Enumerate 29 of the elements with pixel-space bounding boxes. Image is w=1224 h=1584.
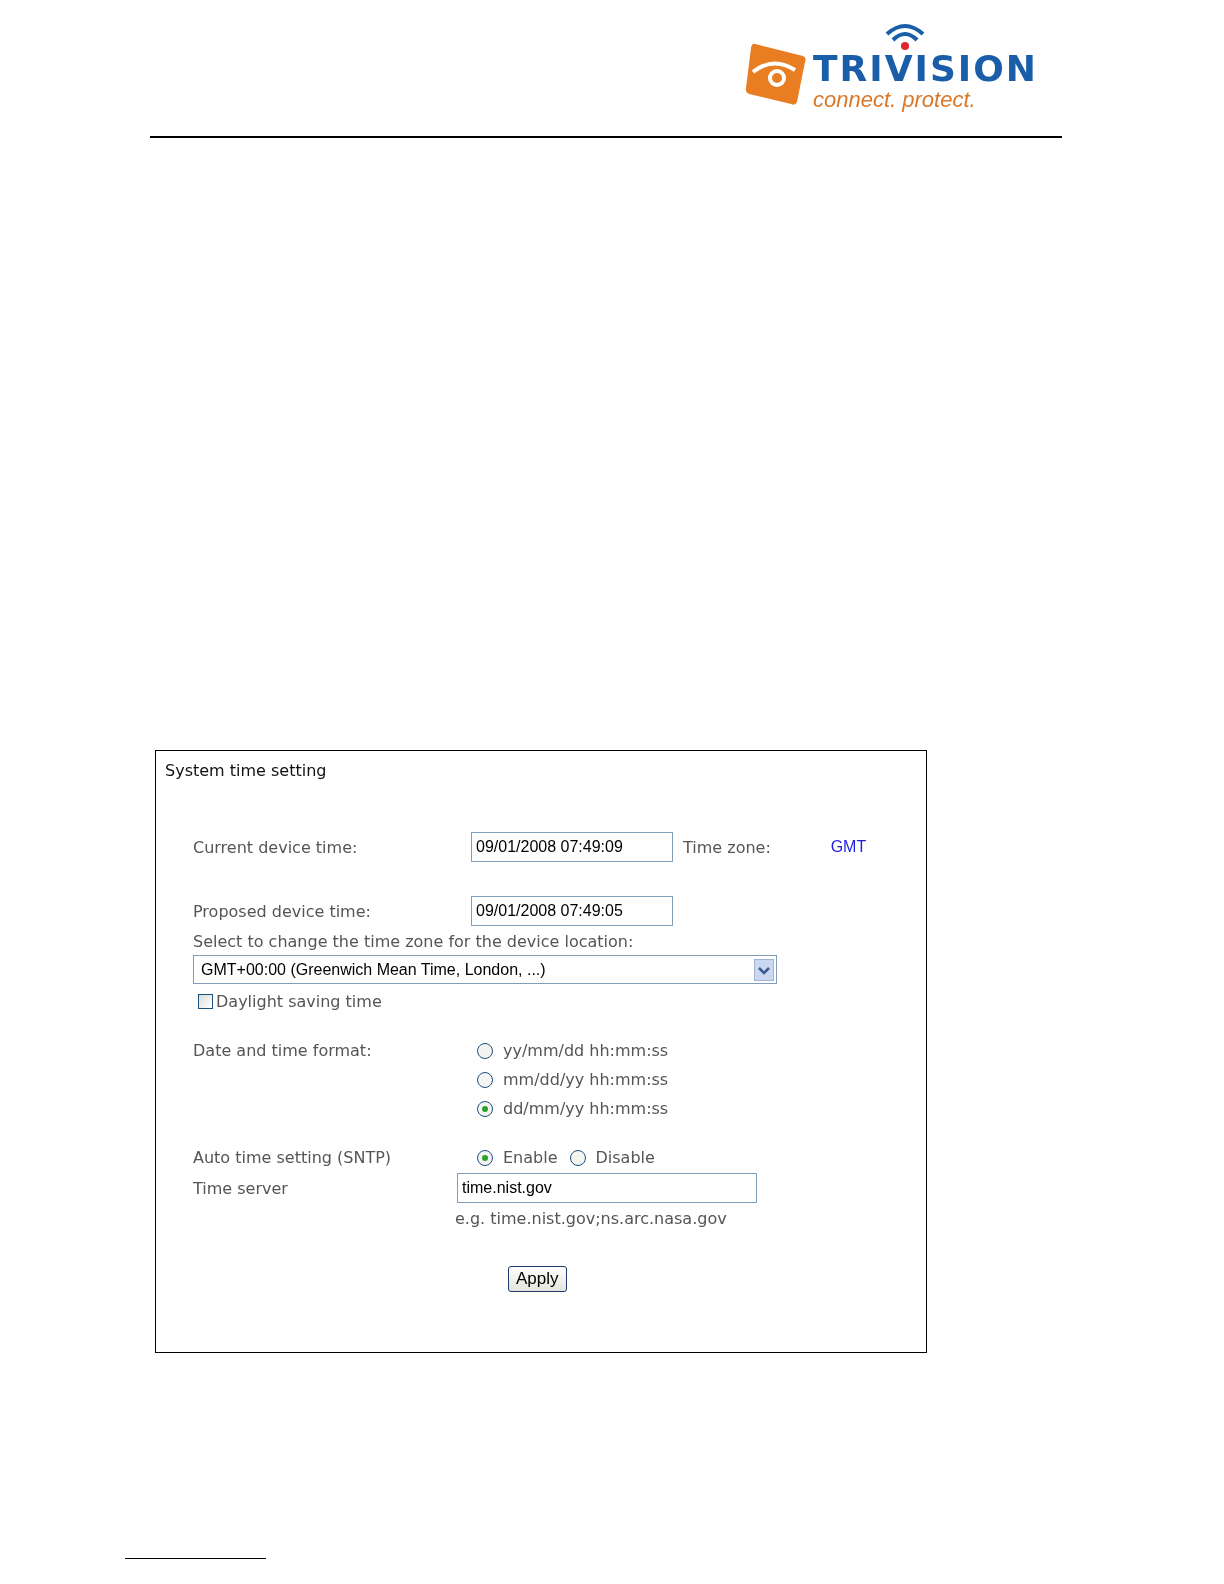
radio-button[interactable] (477, 1149, 493, 1166)
hint-text: e.g. time.nist.gov;ns.arc.nasa.gov (455, 1209, 728, 1228)
logo-tagline: connect. protect. (813, 88, 977, 112)
input-field[interactable]: 09/01/2008 07:49:09 (471, 832, 673, 862)
time-zone-dropdown[interactable]: GMT+00:00 (Greenwich Mean Time, London, ...) (193, 955, 777, 984)
radio-label: Disable (595, 1148, 655, 1167)
time-zone-value: GMT (830, 838, 868, 856)
radio-button[interactable] (477, 1100, 493, 1117)
checkbox[interactable] (198, 994, 213, 1009)
field-label: Time zone: (683, 837, 772, 857)
field-label: Date and time format: (193, 1041, 373, 1060)
field-label: Proposed device time: (193, 901, 372, 921)
checkbox-label: Daylight saving time (216, 992, 382, 1011)
radio-label: yy/mm/dd hh:mm:ss (503, 1041, 669, 1060)
input-field[interactable]: time.nist.gov (457, 1173, 757, 1203)
radio-label: dd/mm/yy hh:mm:ss (503, 1099, 669, 1118)
radio-button[interactable] (569, 1149, 586, 1166)
logo-mark-icon (745, 42, 807, 106)
logo-name: TRIVISION (813, 50, 1038, 88)
radio-button[interactable] (477, 1071, 493, 1088)
radio-label: Enable (503, 1148, 558, 1167)
input-field[interactable]: 09/01/2008 07:49:05 (471, 896, 673, 926)
field-label: Current device time: (193, 837, 359, 857)
radio-label: mm/dd/yy hh:mm:ss (503, 1070, 669, 1089)
radio-button[interactable] (477, 1042, 493, 1059)
apply-button[interactable]: Apply (508, 1266, 567, 1292)
panel-title: System time setting (165, 761, 328, 780)
field-label: Auto time setting (SNTP) (193, 1148, 393, 1167)
field-label: Select to change the time zone for the device location: (193, 932, 635, 951)
